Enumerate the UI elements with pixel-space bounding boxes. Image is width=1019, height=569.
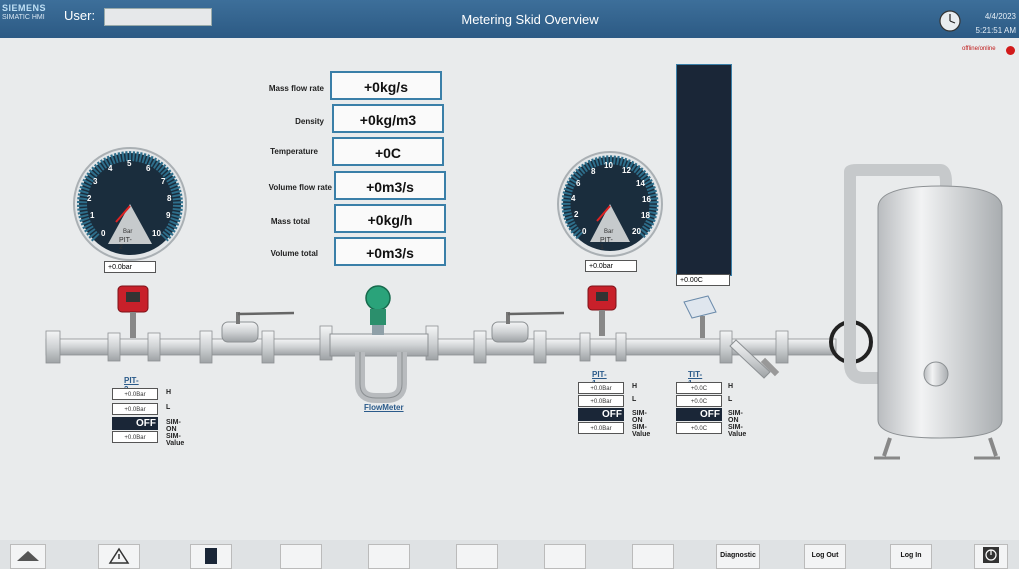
pit1-tick: 16 <box>642 195 651 204</box>
pit1-unit: Bar <box>604 229 614 235</box>
high-label: H <box>728 383 734 390</box>
pit2-tick: 0 <box>101 229 106 238</box>
process-diagram <box>45 147 1003 460</box>
pit1-tick: 6 <box>576 179 581 188</box>
pit2-sim-value[interactable]: +0.0Bar <box>112 431 158 443</box>
pit2-unit: Bar <box>123 229 133 235</box>
ball-valve-right <box>491 311 565 343</box>
pit1-gauge-value: +0.0bar <box>585 260 637 272</box>
pit2-tick: 8 <box>167 194 172 203</box>
pit1-tick: 0 <box>582 227 587 236</box>
tit1-sim-toggle[interactable]: OFF <box>676 408 722 421</box>
pit1-low-value[interactable]: +0.0Bar <box>578 395 624 407</box>
log-in-button[interactable]: Log In <box>890 544 932 569</box>
sim-value-label: SIM-Value <box>632 424 651 438</box>
ball-valve-left <box>221 311 295 343</box>
pit1-transmitter <box>587 285 617 336</box>
panel-icon <box>205 548 217 564</box>
hmi-screen: SIEMENS SIMATIC HMI User: Metering Skid … <box>0 0 1019 569</box>
function-key-8[interactable] <box>632 544 674 569</box>
pit1-tick: 8 <box>591 167 596 176</box>
pit1-gauge-name: PIT-1 <box>600 237 613 251</box>
tit1-sim-value[interactable]: +0.0C <box>676 422 722 434</box>
pit2-tick: 9 <box>166 211 171 220</box>
pit2-tick: 4 <box>108 164 113 173</box>
separator-vessel <box>874 185 1003 460</box>
sim-value-label: SIM-Value <box>728 424 747 438</box>
pit1-sim-toggle[interactable]: OFF <box>578 408 624 421</box>
low-label: L <box>166 404 171 411</box>
function-key-6[interactable] <box>456 544 498 569</box>
pit2-sim-toggle[interactable]: OFF <box>112 417 158 430</box>
power-button[interactable] <box>974 544 1008 569</box>
sim-value-label: SIM-Value <box>166 433 185 447</box>
screen-button[interactable] <box>190 544 232 569</box>
tit1-transmitter <box>683 295 717 338</box>
pit1-tick: 2 <box>574 210 579 219</box>
pit1-tick: 10 <box>604 161 613 170</box>
pit1-tick: 18 <box>641 211 650 220</box>
triangle-up-icon <box>17 551 39 561</box>
pit2-tick: 10 <box>152 229 161 238</box>
sim-on-label: SIM-ON <box>166 419 181 433</box>
pit2-tick: 2 <box>87 194 92 203</box>
pit2-gauge-name: PIT-2 <box>119 237 132 251</box>
function-key-7[interactable] <box>544 544 586 569</box>
pit2-tick: 6 <box>146 164 151 173</box>
high-label: H <box>632 383 638 390</box>
function-key-4[interactable] <box>280 544 322 569</box>
tit1-low-value[interactable]: +0.0C <box>676 395 722 407</box>
pit2-tick: 3 <box>93 177 98 186</box>
high-label: H <box>166 389 172 396</box>
pit2-high-value[interactable]: +0.0Bar <box>112 388 158 400</box>
tit1-high-value[interactable]: +0.0C <box>676 382 722 394</box>
coriolis-flowmeter <box>329 285 429 403</box>
main-pipe <box>45 338 837 356</box>
pit1-tick: 14 <box>636 179 645 188</box>
sim-on-label: SIM-ON <box>728 410 743 424</box>
pit2-tick: 5 <box>127 159 132 168</box>
low-label: L <box>728 396 733 403</box>
warning-icon <box>108 547 130 564</box>
sim-on-label: SIM-ON <box>632 410 647 424</box>
pit2-low-value[interactable]: +0.0Bar <box>112 403 158 415</box>
pit2-tick: 7 <box>161 177 166 186</box>
flowmeter-link[interactable]: FlowMeter <box>364 403 404 412</box>
low-label: L <box>632 396 637 403</box>
power-icon <box>983 547 999 563</box>
pit2-tick: 1 <box>90 211 95 220</box>
function-key-5[interactable] <box>368 544 410 569</box>
pit2-gauge-value: +0.0bar <box>104 261 156 273</box>
pit1-tick: 20 <box>632 227 641 236</box>
pit1-sim-value[interactable]: +0.0Bar <box>578 422 624 434</box>
pit1-tick: 12 <box>622 166 631 175</box>
pit1-tick: 4 <box>571 194 576 203</box>
diagnostic-button[interactable]: Diagnostic <box>716 544 760 569</box>
log-out-button[interactable]: Log Out <box>804 544 846 569</box>
home-button[interactable] <box>10 544 46 569</box>
pit2-transmitter <box>117 285 149 338</box>
pit1-high-value[interactable]: +0.0Bar <box>578 382 624 394</box>
function-key-bar: Diagnostic Log Out Log In <box>0 540 1019 569</box>
alarm-button[interactable] <box>98 544 140 569</box>
